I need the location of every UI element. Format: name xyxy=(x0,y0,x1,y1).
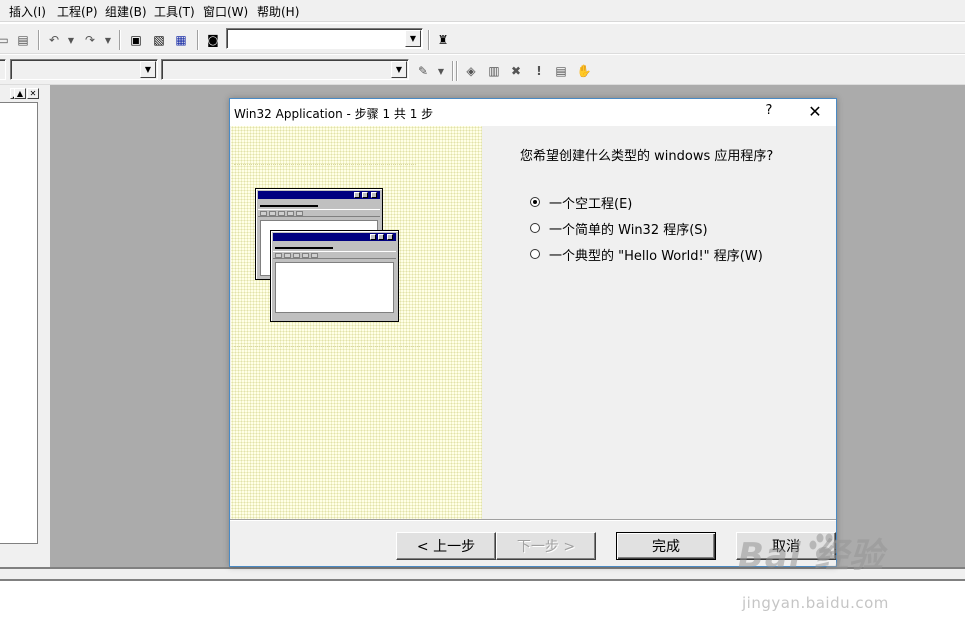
insert-breakpoint-icon[interactable]: ▤ xyxy=(552,62,570,80)
win32-application-wizard-dialog: Win32 Application - 步骤 1 共 1 步 ? ✕ 您希望创建… xyxy=(229,98,837,567)
back-button[interactable]: < 上一步 xyxy=(396,532,496,560)
divider xyxy=(234,164,416,165)
find-in-files-icon[interactable]: ◙ xyxy=(204,31,222,49)
radio-button[interactable] xyxy=(530,197,540,207)
pane-maximize-icon[interactable]: ▲ xyxy=(14,88,26,99)
go-icon[interactable]: ✋ xyxy=(575,62,593,80)
workspace-icon[interactable]: ▣ xyxy=(127,31,145,49)
member-combo[interactable]: ▼ xyxy=(161,59,409,80)
undo-icon[interactable]: ↶ xyxy=(45,31,63,49)
menu-window[interactable]: 窗口(W) xyxy=(203,3,248,20)
window-list-icon[interactable]: ▦ xyxy=(172,31,190,49)
wizard-bar-toolbar: ▼ ▼ ✎ ▼ ◈ ▥ ✖ ! ▤ ✋ xyxy=(0,55,965,85)
option-label: 一个空工程(E) xyxy=(549,196,633,212)
option-label: 一个典型的 "Hello World!" 程序(W) xyxy=(549,248,763,264)
finish-button[interactable]: 完成 xyxy=(616,532,716,560)
option-hello-world[interactable]: 一个典型的 "Hello World!" 程序(W) xyxy=(530,245,763,264)
wizard-action-icon[interactable]: ✎ xyxy=(414,62,432,80)
toolbar-separator xyxy=(119,30,121,50)
redo-icon[interactable]: ↷ xyxy=(81,31,99,49)
toolbar-separator xyxy=(456,61,458,81)
option-label: 一个简单的 Win32 程序(S) xyxy=(549,222,708,238)
dialog-title: Win32 Application - 步骤 1 共 1 步 xyxy=(234,107,434,121)
output-icon[interactable]: ▧ xyxy=(150,31,168,49)
maximize-icon xyxy=(362,192,368,198)
standard-toolbar: ▭ ▤ ↶ ▼ ↷ ▼ ▣ ▧ ▦ ◙ ▼ ♜ xyxy=(0,24,965,54)
toolbar-separator xyxy=(38,30,40,50)
menu-project[interactable]: 工程(P) xyxy=(57,3,98,20)
dialog-title-bar: Win32 Application - 步骤 1 共 1 步 ? ✕ xyxy=(230,99,836,126)
dialog-separator xyxy=(230,519,836,521)
build-icon[interactable]: ▥ xyxy=(485,62,503,80)
execute-icon[interactable]: ! xyxy=(530,62,548,80)
toolbar-separator xyxy=(197,30,199,50)
paw-icon xyxy=(809,533,840,561)
config-combo[interactable] xyxy=(0,59,6,80)
class-combo[interactable]: ▼ xyxy=(10,59,158,80)
illustration-toolbar xyxy=(258,209,380,217)
chevron-down-icon[interactable]: ▼ xyxy=(405,30,421,47)
question-label: 您希望创建什么类型的 windows 应用程序? xyxy=(520,149,774,164)
redo-dropdown-icon[interactable]: ▼ xyxy=(99,31,117,49)
next-button[interactable]: 下一步 > xyxy=(496,532,596,560)
close-icon[interactable]: ✕ xyxy=(804,101,826,123)
wizard-illustration xyxy=(231,126,482,519)
illustration-client xyxy=(275,262,394,313)
find-icon[interactable]: ♜ xyxy=(434,31,452,49)
radio-button[interactable] xyxy=(530,249,540,259)
close-icon xyxy=(371,192,377,198)
option-simple-win32[interactable]: 一个简单的 Win32 程序(S) xyxy=(530,219,708,238)
minimize-icon xyxy=(354,192,360,198)
find-combo[interactable]: ▼ xyxy=(226,28,423,49)
compile-icon[interactable]: ◈ xyxy=(462,62,480,80)
paste-icon[interactable]: ▤ xyxy=(14,31,32,49)
menu-build[interactable]: 组建(B) xyxy=(105,3,147,20)
illustration-front-window xyxy=(270,230,399,322)
menu-insert[interactable]: 插入(I) xyxy=(9,3,46,20)
divider xyxy=(234,346,420,347)
radio-button[interactable] xyxy=(530,223,540,233)
watermark-url: jingyan.baidu.com xyxy=(742,594,889,612)
menu-bar: 插入(I) 工程(P) 组建(B) 工具(T) 窗口(W) 帮助(H) xyxy=(0,0,965,22)
toolbar-separator xyxy=(452,61,454,81)
illustration-menu xyxy=(275,247,333,249)
chevron-down-icon[interactable]: ▼ xyxy=(391,61,407,78)
option-empty-project[interactable]: 一个空工程(E) xyxy=(530,193,633,212)
undo-dropdown-icon[interactable]: ▼ xyxy=(62,31,80,49)
help-icon[interactable]: ? xyxy=(762,103,776,118)
illustration-toolbar xyxy=(273,251,396,259)
wizard-action-dropdown-icon[interactable]: ▼ xyxy=(432,62,450,80)
stop-build-icon[interactable]: ✖ xyxy=(507,62,525,80)
illustration-menu xyxy=(260,205,318,207)
toolbar-separator xyxy=(428,30,430,50)
workspace-pane: ▁ ▲ ✕ xyxy=(0,85,50,567)
minimize-icon xyxy=(370,234,376,240)
menu-tools[interactable]: 工具(T) xyxy=(154,3,195,20)
close-icon xyxy=(387,234,393,240)
pane-close-icon[interactable]: ✕ xyxy=(27,88,39,99)
chevron-down-icon[interactable]: ▼ xyxy=(140,61,156,78)
cut-icon[interactable]: ▭ xyxy=(0,31,12,49)
baidu-jingyan-watermark: Bai 经验 jingyan.baidu.com xyxy=(738,528,888,612)
maximize-icon xyxy=(378,234,384,240)
menu-help[interactable]: 帮助(H) xyxy=(257,3,299,20)
workspace-tree[interactable] xyxy=(0,102,38,544)
